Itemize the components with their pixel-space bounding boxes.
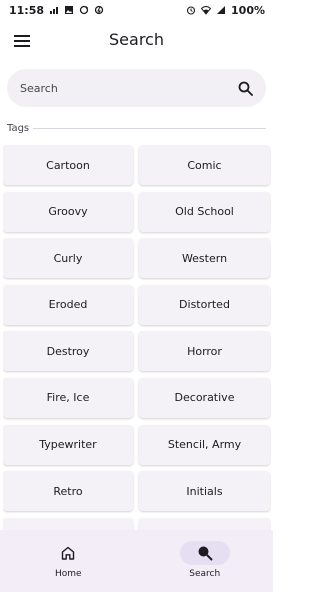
nav-pill-search xyxy=(179,541,230,565)
nav-item-search[interactable]: Search xyxy=(137,530,274,592)
tag-button[interactable]: Stencil, Army xyxy=(139,424,270,465)
alarm-icon xyxy=(186,6,196,15)
tag-button[interactable]: Decorative xyxy=(139,377,270,418)
wifi-icon xyxy=(201,6,212,15)
status-bar: 11:58 100% xyxy=(0,0,273,20)
tag-button[interactable]: Distorted xyxy=(139,284,270,325)
tag-button[interactable] xyxy=(3,517,133,530)
tags-header: Tags xyxy=(7,120,266,136)
nav-item-home[interactable]: Home xyxy=(0,530,137,592)
tag-button[interactable]: Fire, Ice xyxy=(3,377,133,418)
tag-button[interactable]: Comic xyxy=(139,145,270,185)
tag-button[interactable]: Retro xyxy=(3,471,133,512)
tag-button[interactable]: Old School xyxy=(139,191,270,232)
image-icon xyxy=(65,6,74,14)
tags-divider xyxy=(33,127,266,129)
search-bar[interactable] xyxy=(7,69,266,107)
tag-button[interactable]: Typewriter xyxy=(3,424,133,465)
tag-button[interactable]: Initials xyxy=(139,471,270,512)
search-submit-button[interactable] xyxy=(236,79,254,97)
tag-button[interactable]: Destroy xyxy=(3,331,133,372)
status-left: 11:58 xyxy=(9,4,104,17)
status-right: 100% xyxy=(186,4,265,17)
tag-grid: Cartoon Comic Groovy Old School Curly We… xyxy=(3,145,271,530)
tag-button[interactable] xyxy=(139,517,270,530)
bottom-nav: Home Search xyxy=(0,530,273,592)
sync-icon xyxy=(79,5,89,15)
battery-level: 100% xyxy=(231,3,265,17)
tag-button[interactable]: Cartoon xyxy=(3,145,133,185)
nav-label-search: Search xyxy=(189,569,221,579)
signal-strength-icon xyxy=(217,6,226,14)
nav-label-home: Home xyxy=(54,569,82,579)
tag-button[interactable]: Western xyxy=(139,238,270,279)
search-icon xyxy=(238,81,253,96)
tag-button[interactable]: Horror xyxy=(139,331,270,372)
data-saver-icon xyxy=(94,5,104,15)
tag-button[interactable]: Eroded xyxy=(3,284,133,325)
tag-button[interactable]: Curly xyxy=(3,238,133,279)
status-time: 11:58 xyxy=(9,3,45,17)
signal-icon xyxy=(50,7,59,14)
home-icon xyxy=(62,546,75,560)
search-icon xyxy=(198,546,213,561)
page-title: Search xyxy=(109,30,164,49)
nav-pill-home xyxy=(43,541,93,565)
tags-label: Tags xyxy=(7,122,30,134)
tag-button[interactable]: Groovy xyxy=(3,191,133,232)
search-input[interactable] xyxy=(20,81,236,95)
app-bar: Search xyxy=(0,22,273,60)
